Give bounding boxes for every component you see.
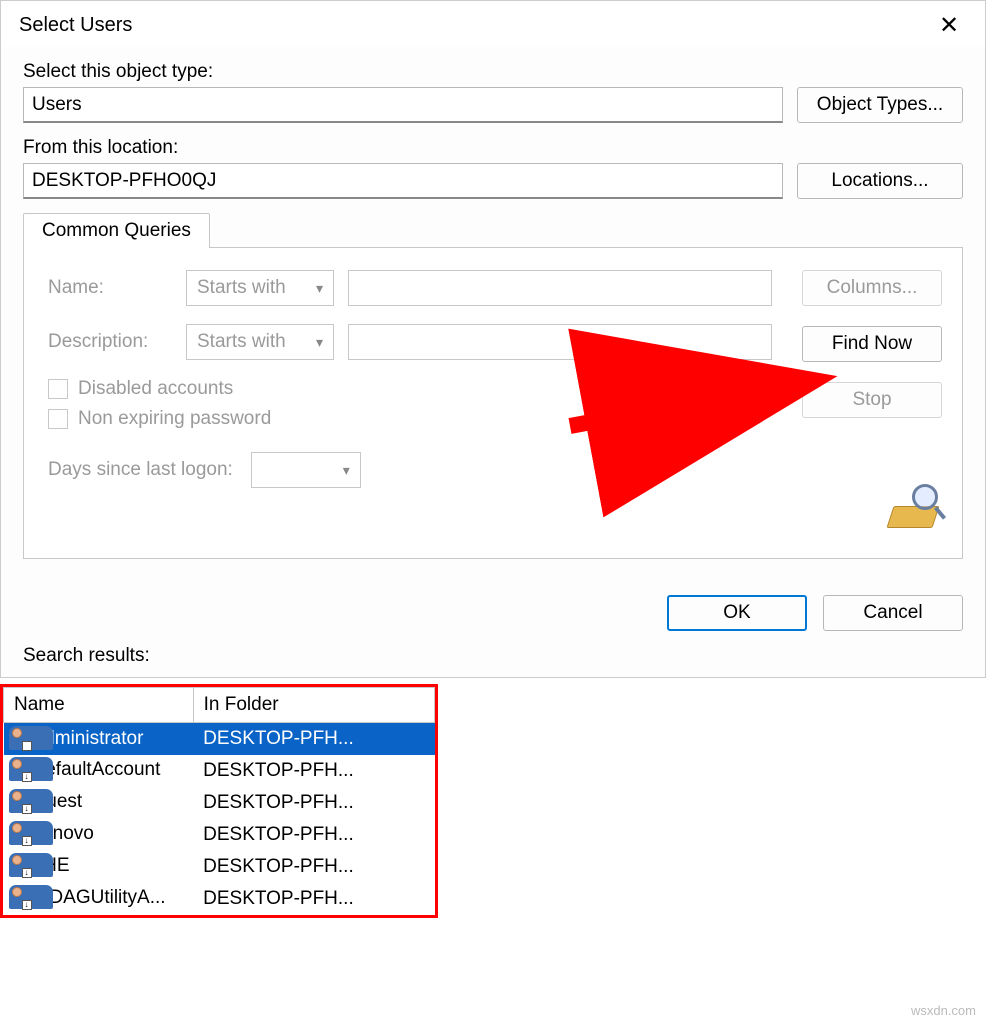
query-name-input[interactable] bbox=[348, 270, 772, 306]
result-name-cell: ↓DefaultAccount bbox=[4, 755, 194, 787]
queries-tabset: Common Queries Name: Starts with ▾ Descr… bbox=[23, 213, 963, 559]
result-name-cell: ↓THE bbox=[4, 851, 194, 883]
user-icon: ↓ bbox=[8, 887, 30, 909]
table-row[interactable]: ↓DefaultAccountDESKTOP-PFH... bbox=[4, 755, 435, 787]
table-row[interactable]: ↓THEDESKTOP-PFH... bbox=[4, 851, 435, 883]
result-folder-cell: DESKTOP-PFH... bbox=[193, 787, 434, 819]
object-type-label: Select this object type: bbox=[23, 61, 963, 83]
results-header-row: Name In Folder bbox=[4, 688, 435, 723]
days-since-logon-label: Days since last logon: bbox=[48, 459, 233, 481]
result-name-cell: ↓Lenovo bbox=[4, 819, 194, 851]
location-value: DESKTOP-PFHO0QJ bbox=[32, 170, 216, 192]
disabled-accounts-label: Disabled accounts bbox=[78, 378, 233, 400]
locations-button[interactable]: Locations... bbox=[797, 163, 963, 199]
non-expiring-row: Non expiring password bbox=[48, 408, 772, 430]
columns-button[interactable]: Columns... bbox=[802, 270, 942, 306]
object-types-button[interactable]: Object Types... bbox=[797, 87, 963, 123]
query-desc-op-select[interactable]: Starts with ▾ bbox=[186, 324, 334, 360]
titlebar: Select Users ✕ bbox=[1, 1, 985, 47]
find-now-button[interactable]: Find Now bbox=[802, 326, 942, 362]
chevron-down-icon: ▾ bbox=[316, 280, 323, 297]
close-icon: ✕ bbox=[939, 11, 959, 40]
chevron-down-icon: ▾ bbox=[343, 462, 350, 479]
result-name-cell: ↓Administrator bbox=[4, 723, 194, 755]
object-type-value: Users bbox=[32, 94, 82, 116]
select-users-dialog: Select Users ✕ Select this object type: … bbox=[0, 0, 986, 678]
disabled-accounts-row: Disabled accounts bbox=[48, 378, 772, 400]
col-name[interactable]: Name bbox=[4, 688, 194, 723]
location-label: From this location: bbox=[23, 137, 963, 159]
user-icon: ↓ bbox=[8, 791, 30, 813]
user-icon: ↓ bbox=[8, 759, 30, 781]
result-name-cell: ↓WDAGUtilityA... bbox=[4, 883, 194, 915]
user-icon: ↓ bbox=[8, 823, 30, 845]
table-row[interactable]: ↓LenovoDESKTOP-PFH... bbox=[4, 819, 435, 851]
results-table[interactable]: Name In Folder ↓AdministratorDESKTOP-PFH… bbox=[3, 687, 435, 915]
result-folder-cell: DESKTOP-PFH... bbox=[193, 819, 434, 851]
close-button[interactable]: ✕ bbox=[927, 9, 971, 41]
search-results-label: Search results: bbox=[23, 645, 963, 667]
result-name-cell: ↓Guest bbox=[4, 787, 194, 819]
result-folder-cell: DESKTOP-PFH... bbox=[193, 883, 434, 915]
query-desc-input[interactable] bbox=[348, 324, 772, 360]
table-row[interactable]: ↓WDAGUtilityA...DESKTOP-PFH... bbox=[4, 883, 435, 915]
result-folder-cell: DESKTOP-PFH... bbox=[193, 851, 434, 883]
cancel-button[interactable]: Cancel bbox=[823, 595, 963, 631]
table-row[interactable]: ↓GuestDESKTOP-PFH... bbox=[4, 787, 435, 819]
non-expiring-label: Non expiring password bbox=[78, 408, 271, 430]
query-name-label: Name: bbox=[48, 277, 172, 299]
dialog-title: Select Users bbox=[19, 14, 132, 37]
queries-panel: Name: Starts with ▾ Description: Starts … bbox=[23, 247, 963, 559]
search-folder-icon bbox=[886, 488, 942, 528]
object-type-field[interactable]: Users bbox=[23, 87, 783, 123]
result-folder-cell: DESKTOP-PFH... bbox=[193, 723, 434, 755]
results-annotation-box: Name In Folder ↓AdministratorDESKTOP-PFH… bbox=[0, 684, 438, 918]
days-since-logon-select[interactable]: ▾ bbox=[251, 452, 361, 488]
query-name-op-select[interactable]: Starts with ▾ bbox=[186, 270, 334, 306]
query-desc-label: Description: bbox=[48, 331, 172, 353]
location-field[interactable]: DESKTOP-PFHO0QJ bbox=[23, 163, 783, 199]
result-folder-cell: DESKTOP-PFH... bbox=[193, 755, 434, 787]
watermark: wsxdn.com bbox=[911, 1003, 976, 1018]
chevron-down-icon: ▾ bbox=[316, 334, 323, 351]
dialog-body: Select this object type: Users Object Ty… bbox=[1, 47, 985, 677]
non-expiring-checkbox[interactable] bbox=[48, 409, 68, 429]
dialog-footer: OK Cancel bbox=[23, 595, 963, 631]
user-icon: ↓ bbox=[8, 728, 30, 750]
stop-button[interactable]: Stop bbox=[802, 382, 942, 418]
user-icon: ↓ bbox=[8, 855, 30, 877]
tab-common-queries[interactable]: Common Queries bbox=[23, 213, 210, 248]
col-folder[interactable]: In Folder bbox=[193, 688, 434, 723]
ok-button[interactable]: OK bbox=[667, 595, 807, 631]
table-row[interactable]: ↓AdministratorDESKTOP-PFH... bbox=[4, 723, 435, 755]
disabled-accounts-checkbox[interactable] bbox=[48, 379, 68, 399]
